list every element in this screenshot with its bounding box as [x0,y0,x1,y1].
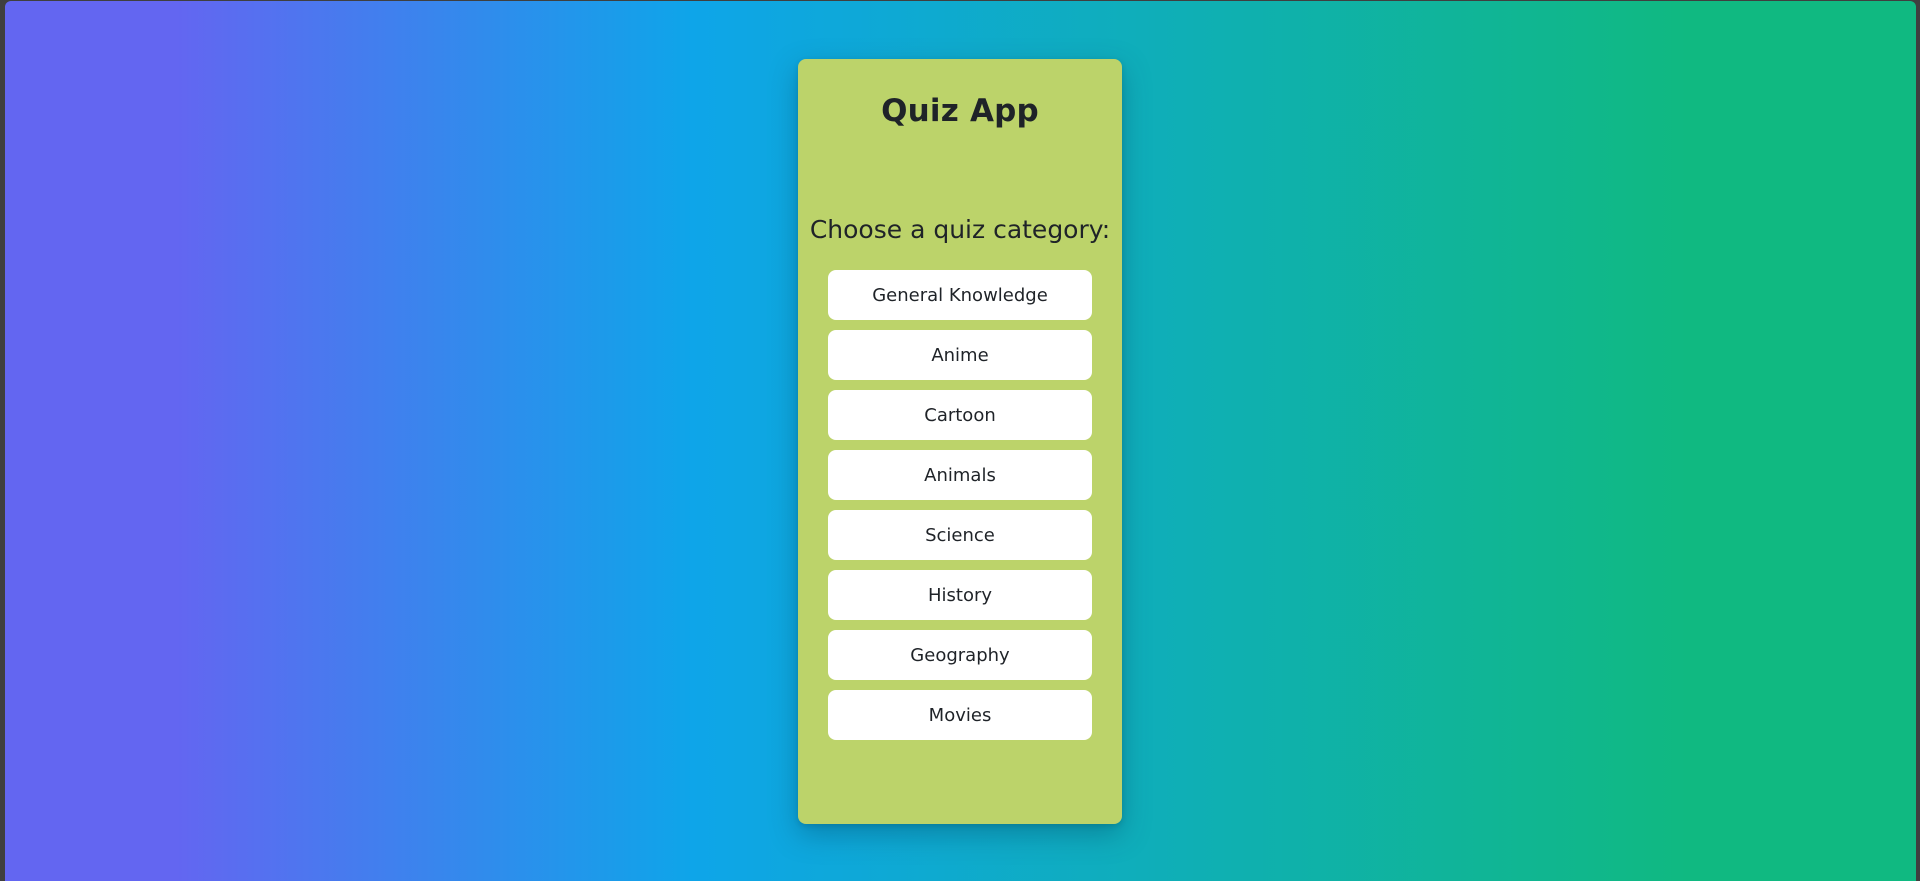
category-list: General Knowledge Anime Cartoon Animals … [828,270,1092,740]
quiz-card: Quiz App Choose a quiz category: General… [798,59,1122,824]
category-button-geography[interactable]: Geography [828,630,1092,680]
category-button-cartoon[interactable]: Cartoon [828,390,1092,440]
category-button-general-knowledge[interactable]: General Knowledge [828,270,1092,320]
app-title: Quiz App [881,93,1039,129]
category-button-anime[interactable]: Anime [828,330,1092,380]
category-prompt: Choose a quiz category: [809,215,1111,244]
page-background: Quiz App Choose a quiz category: General… [5,1,1916,881]
category-button-history[interactable]: History [828,570,1092,620]
category-button-movies[interactable]: Movies [828,690,1092,740]
category-button-animals[interactable]: Animals [828,450,1092,500]
category-button-science[interactable]: Science [828,510,1092,560]
